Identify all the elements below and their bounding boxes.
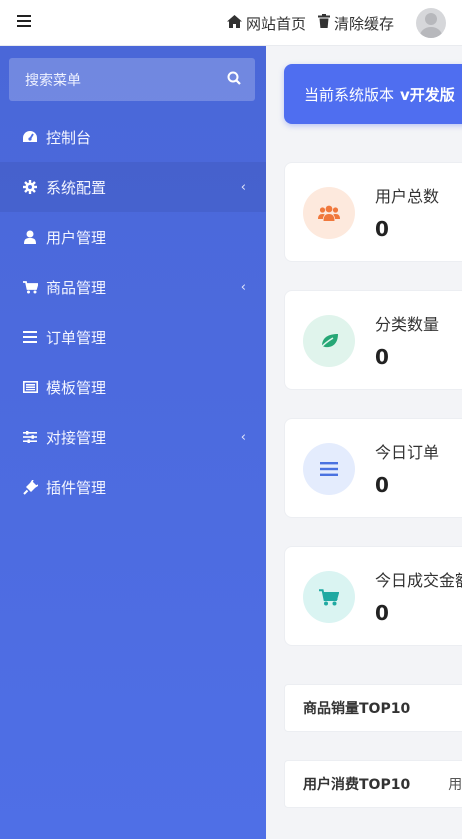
list-icon	[22, 329, 38, 345]
panel-product-sales-top10: 商品销量TOP10	[284, 684, 462, 732]
home-link[interactable]: 网站首页	[226, 13, 306, 34]
sidebar-item-label: 系统配置	[46, 178, 107, 197]
stat-title: 分类数量	[375, 315, 440, 334]
panel-title: 用户消费TOP10	[303, 777, 411, 793]
top-bar: 网站首页 清除缓存	[0, 0, 462, 46]
sidebar-item-user-management[interactable]: 用户管理	[0, 212, 266, 262]
version-banner: 当前系统版本 v开发版	[284, 64, 462, 124]
stat-title: 今日订单	[375, 443, 440, 462]
chevron-left-icon: ‹	[240, 279, 246, 295]
dashboard-icon	[22, 129, 38, 145]
search-input[interactable]: 搜索菜单	[9, 58, 255, 101]
sidebar-item-order-management[interactable]: 订单管理	[0, 312, 266, 362]
main-content: 当前系统版本 v开发版 用户总数 0 分类数量 0 今日订单 0 今日成交金额 …	[266, 46, 462, 839]
home-link-label: 网站首页	[245, 14, 306, 33]
sidebar-item-template-management[interactable]: 模板管理	[0, 362, 266, 412]
users-icon	[303, 187, 355, 239]
sidebar-item-label: 订单管理	[46, 328, 107, 347]
stat-value: 0	[375, 217, 389, 241]
sidebar-item-label: 插件管理	[46, 478, 107, 497]
stat-value: 0	[375, 601, 389, 625]
top-nav: 网站首页 清除缓存	[226, 0, 446, 46]
sidebar-item-label: 用户管理	[46, 228, 107, 247]
sidebar-item-integration-management[interactable]: 对接管理 ‹	[0, 412, 266, 462]
user-icon	[22, 229, 38, 245]
panel-title: 商品销量TOP10	[303, 701, 411, 717]
sliders-icon	[22, 429, 38, 445]
leaf-icon	[303, 315, 355, 367]
search-placeholder: 搜索菜单	[25, 72, 81, 89]
sidebar-item-label: 对接管理	[46, 428, 107, 447]
template-icon	[22, 379, 38, 395]
stat-card-today-orders: 今日订单 0	[284, 418, 462, 518]
stat-title: 用户总数	[375, 187, 440, 206]
sidebar-menu: 控制台 系统配置 ‹ 用户管理 商品管理 ‹ 订单管理 模板管理 对接管理 ‹ …	[0, 112, 266, 512]
sidebar: 搜索菜单 控制台 系统配置 ‹ 用户管理 商品管理 ‹ 订单管理 模板管理 对接…	[0, 46, 266, 839]
cart-icon	[303, 571, 355, 623]
stat-value: 0	[375, 473, 389, 497]
stat-card-categories: 分类数量 0	[284, 290, 462, 390]
cart-icon	[22, 279, 38, 295]
panel-extra-text: 用	[448, 777, 462, 793]
avatar[interactable]	[416, 8, 446, 38]
stat-card-users: 用户总数 0	[284, 162, 462, 262]
list-icon	[303, 443, 355, 495]
trash-icon	[317, 14, 330, 32]
sidebar-item-plugin-management[interactable]: 插件管理	[0, 462, 266, 512]
search-icon[interactable]	[227, 70, 241, 89]
sidebar-item-label: 商品管理	[46, 278, 107, 297]
stat-value: 0	[375, 345, 389, 369]
clear-cache-label: 清除缓存	[333, 14, 394, 33]
stat-card-today-revenue: 今日成交金额 0	[284, 546, 462, 646]
version-label: 当前系统版本	[304, 85, 395, 104]
stat-title: 今日成交金额	[375, 571, 462, 590]
chevron-left-icon: ‹	[240, 429, 246, 445]
sidebar-item-product-management[interactable]: 商品管理 ‹	[0, 262, 266, 312]
clear-cache-link[interactable]: 清除缓存	[317, 13, 394, 34]
sidebar-item-system-config[interactable]: 系统配置 ‹	[0, 162, 266, 212]
hamburger-menu-icon[interactable]	[14, 10, 36, 32]
version-value: v开发版	[400, 85, 455, 104]
gear-icon	[22, 179, 38, 195]
sidebar-item-label: 模板管理	[46, 378, 107, 397]
sidebar-item-label: 控制台	[46, 128, 92, 147]
home-icon	[226, 14, 242, 32]
panel-user-spending-top10: 用户消费TOP10 用	[284, 760, 462, 808]
chevron-left-icon: ‹	[240, 179, 246, 195]
sidebar-item-dashboard[interactable]: 控制台	[0, 112, 266, 162]
plug-icon	[22, 479, 38, 495]
